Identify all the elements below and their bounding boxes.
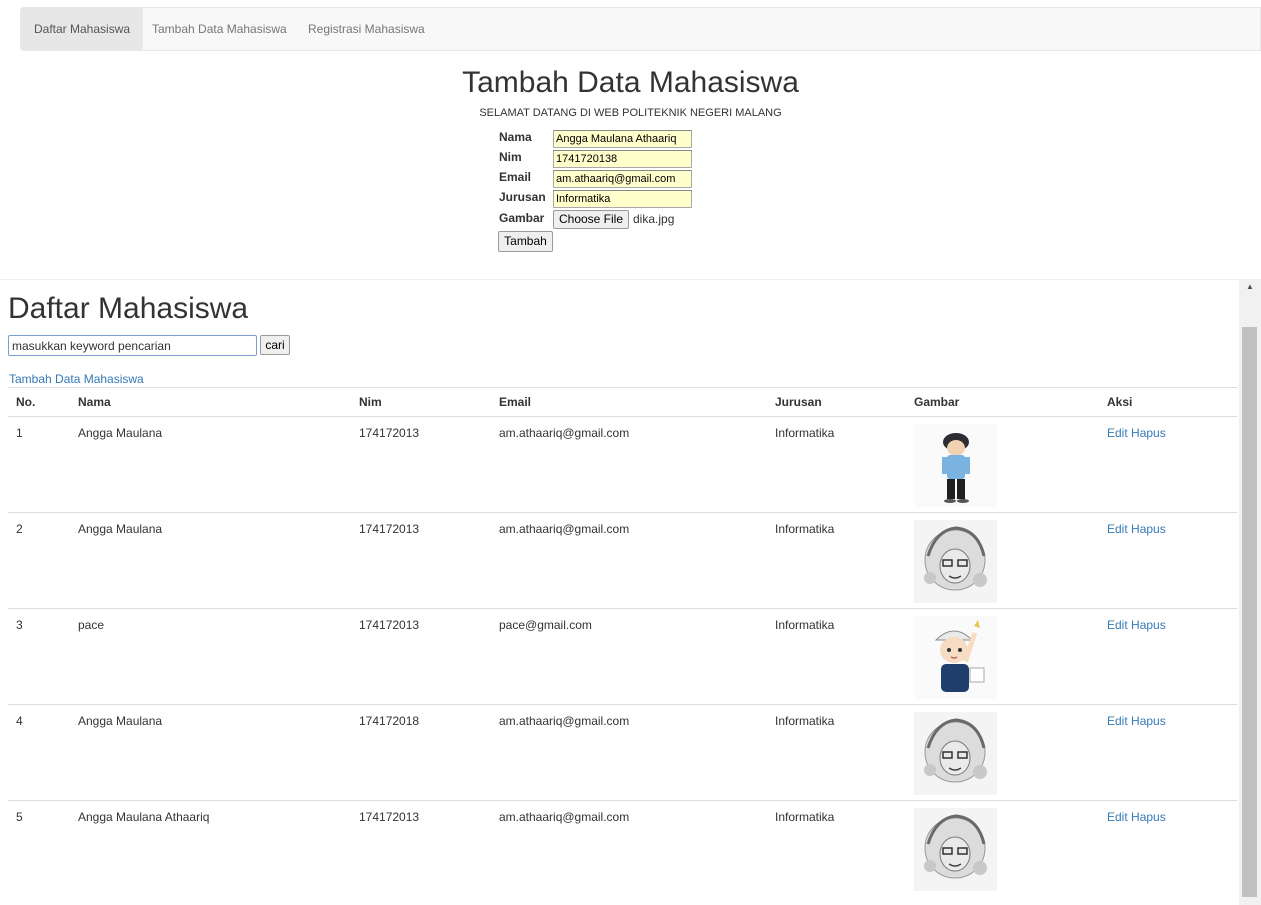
nama-field[interactable] xyxy=(553,130,692,148)
hapus-link[interactable]: Hapus xyxy=(1131,714,1166,728)
cell-aksi: Edit Hapus xyxy=(1107,426,1166,440)
table-row: 2 Angga Maulana 174172013 am.athaariq@gm… xyxy=(8,513,1237,609)
cell-jurusan: Informatika xyxy=(775,618,835,632)
col-header-jurusan: Jurusan xyxy=(775,395,822,409)
top-navbar: Daftar Mahasiswa Tambah Data Mahasiswa R… xyxy=(20,7,1261,51)
cartoon-boy-icon xyxy=(914,424,997,507)
hapus-link[interactable]: Hapus xyxy=(1131,426,1166,440)
cell-no: 5 xyxy=(16,810,23,824)
cell-no: 1 xyxy=(16,426,23,440)
sketch-portrait-icon xyxy=(914,520,997,603)
cell-email: am.athaariq@gmail.com xyxy=(499,714,630,728)
cell-jurusan: Informatika xyxy=(775,714,835,728)
edit-link[interactable]: Edit xyxy=(1107,810,1128,824)
list-title: Daftar Mahasiswa xyxy=(8,292,249,325)
cell-no: 2 xyxy=(16,522,23,536)
table-header-top-border xyxy=(8,387,1237,388)
nim-field[interactable] xyxy=(553,150,692,168)
cell-email: am.athaariq@gmail.com xyxy=(499,426,630,440)
scroll-up-arrow-icon[interactable]: ▲ xyxy=(1240,280,1260,294)
jurusan-label: Jurusan xyxy=(499,190,546,204)
cell-nim: 174172013 xyxy=(359,618,420,632)
nim-label: Nim xyxy=(499,150,522,164)
form-title: Tambah Data Mahasiswa xyxy=(462,66,799,99)
cell-jurusan: Informatika xyxy=(775,426,835,440)
cell-nim: 174172013 xyxy=(359,522,420,536)
table-row: 4 Angga Maulana 174172018 am.athaariq@gm… xyxy=(8,705,1237,801)
email-field[interactable] xyxy=(553,170,692,188)
edit-link[interactable]: Edit xyxy=(1107,522,1128,536)
hapus-link[interactable]: Hapus xyxy=(1131,810,1166,824)
col-header-email: Email xyxy=(499,395,532,409)
hapus-link[interactable]: Hapus xyxy=(1131,618,1166,632)
tab-registrasi-mahasiswa[interactable]: Registrasi Mahasiswa xyxy=(295,8,438,50)
col-header-nama: Nama xyxy=(78,395,111,409)
col-header-aksi: Aksi xyxy=(1107,395,1133,409)
sketch-portrait-icon xyxy=(914,712,997,795)
cell-nama: pace xyxy=(78,618,105,632)
cartoon-kid-icon xyxy=(914,616,997,699)
col-header-no: No. xyxy=(16,395,36,409)
add-data-link[interactable]: Tambah Data Mahasiswa xyxy=(9,372,144,386)
cell-no: 4 xyxy=(16,714,23,728)
cell-aksi: Edit Hapus xyxy=(1107,618,1166,632)
tambah-button[interactable]: Tambah xyxy=(498,231,553,252)
cell-email: pace@gmail.com xyxy=(499,618,592,632)
cell-aksi: Edit Hapus xyxy=(1107,810,1166,824)
sketch-portrait-icon xyxy=(914,808,997,891)
scrollbar-thumb[interactable] xyxy=(1242,327,1257,897)
choose-file-button[interactable]: Choose File xyxy=(553,210,629,229)
cell-email: am.athaariq@gmail.com xyxy=(499,522,630,536)
email-label: Email xyxy=(499,170,532,184)
cell-nama: Angga Maulana xyxy=(78,426,163,440)
jurusan-field[interactable] xyxy=(553,190,692,208)
hapus-link[interactable]: Hapus xyxy=(1131,522,1166,536)
cell-nama: Angga Maulana xyxy=(78,522,163,536)
tab-tambah-data-mahasiswa[interactable]: Tambah Data Mahasiswa xyxy=(139,8,300,50)
table-row: 1 Angga Maulana 174172013 am.athaariq@gm… xyxy=(8,417,1237,513)
cell-nim: 174172018 xyxy=(359,714,420,728)
edit-link[interactable]: Edit xyxy=(1107,618,1128,632)
tab-daftar-mahasiswa[interactable]: Daftar Mahasiswa xyxy=(21,8,144,50)
form-subtitle: SELAMAT DATANG DI WEB POLITEKNIK NEGERI … xyxy=(479,107,782,119)
col-header-nim: Nim xyxy=(359,395,382,409)
cell-nama: Angga Maulana xyxy=(78,714,163,728)
table-row: 3 pace 174172013 pace@gmail.com Informat… xyxy=(8,609,1237,705)
cell-no: 3 xyxy=(16,618,23,632)
cell-nim: 174172013 xyxy=(359,426,420,440)
section-divider xyxy=(0,279,1261,280)
file-name: dika.jpg xyxy=(633,212,675,226)
table-row: 5 Angga Maulana Athaariq 174172013 am.at… xyxy=(8,801,1237,897)
cell-aksi: Edit Hapus xyxy=(1107,522,1166,536)
edit-link[interactable]: Edit xyxy=(1107,426,1128,440)
gambar-label: Gambar xyxy=(499,211,545,225)
cell-aksi: Edit Hapus xyxy=(1107,714,1166,728)
cell-jurusan: Informatika xyxy=(775,522,835,536)
search-input[interactable] xyxy=(8,335,257,356)
cell-jurusan: Informatika xyxy=(775,810,835,824)
cell-email: am.athaariq@gmail.com xyxy=(499,810,630,824)
search-button[interactable]: cari xyxy=(260,335,290,355)
nama-label: Nama xyxy=(499,130,532,144)
cell-nim: 174172013 xyxy=(359,810,420,824)
col-header-gambar: Gambar xyxy=(914,395,960,409)
cell-nama: Angga Maulana Athaariq xyxy=(78,810,210,824)
edit-link[interactable]: Edit xyxy=(1107,714,1128,728)
